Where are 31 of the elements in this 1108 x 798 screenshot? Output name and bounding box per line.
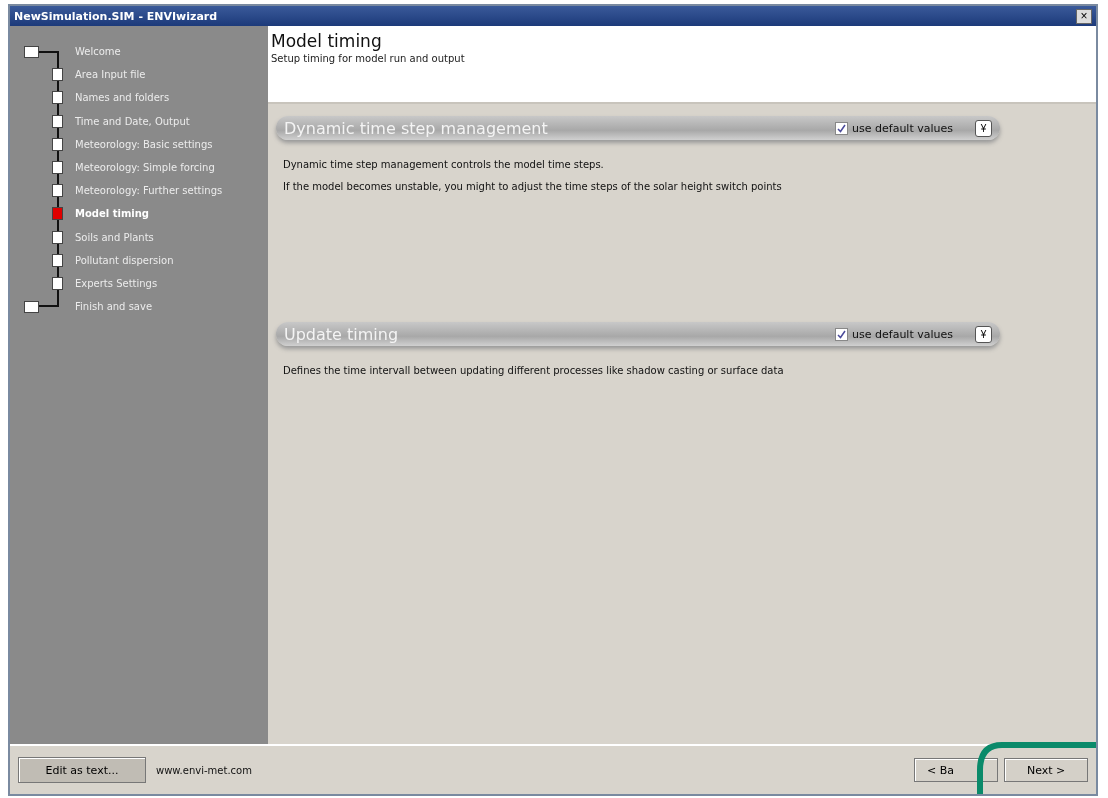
checkbox[interactable]	[835, 121, 849, 135]
step-item[interactable]: Soils and Plants	[75, 231, 154, 243]
checkbox-label: use default values	[852, 121, 953, 135]
step-item[interactable]: Pollutant dispersion	[75, 254, 174, 266]
step-item[interactable]: Model timing	[75, 208, 149, 220]
step-item[interactable]: Area Input file	[75, 69, 146, 81]
step-item[interactable]: Welcome	[75, 46, 121, 58]
page-subtitle: Setup timing for model run and output	[271, 53, 466, 64]
next-button[interactable]: Next >	[1004, 758, 1088, 782]
step-item[interactable]: Experts Settings	[75, 277, 158, 289]
description-text: Defines the time intervall between updating different processes like shadow casting or surface data	[283, 364, 785, 378]
section-title: Dynamic time step management	[284, 118, 548, 138]
step-item[interactable]: Names and folders	[75, 92, 170, 104]
close-button[interactable]: ×	[1076, 8, 1092, 24]
step-item[interactable]: Time and Date, Output	[75, 115, 190, 127]
website-text: www.envi-met.com	[156, 764, 252, 776]
back-button[interactable]: < Ba	[914, 758, 998, 782]
expand-button[interactable]: ¥	[975, 325, 992, 343]
edit-as-text-button[interactable]: Edit as text...	[18, 757, 146, 783]
step-item[interactable]: Meteorology: Further settings	[75, 185, 223, 197]
step-item[interactable]: Meteorology: Basic settings	[75, 138, 213, 150]
checkbox[interactable]	[835, 327, 849, 341]
section-title: Update timing	[284, 324, 399, 344]
checkbox-label: use default values	[852, 327, 953, 341]
description-text: If the model becomes unstable, you might to adjust the time steps of the solar height switch points	[283, 180, 783, 194]
window-title: NewSimulation.SIM - ENVIwizard	[14, 9, 219, 23]
step-item[interactable]: Meteorology: Simple forcing	[75, 162, 215, 174]
step-item[interactable]: Finish and save	[75, 301, 153, 313]
expand-button[interactable]: ¥	[975, 119, 992, 137]
page-title: Model timing	[271, 31, 383, 51]
description-text: Dynamic time step management controls the model time steps.	[283, 158, 605, 172]
